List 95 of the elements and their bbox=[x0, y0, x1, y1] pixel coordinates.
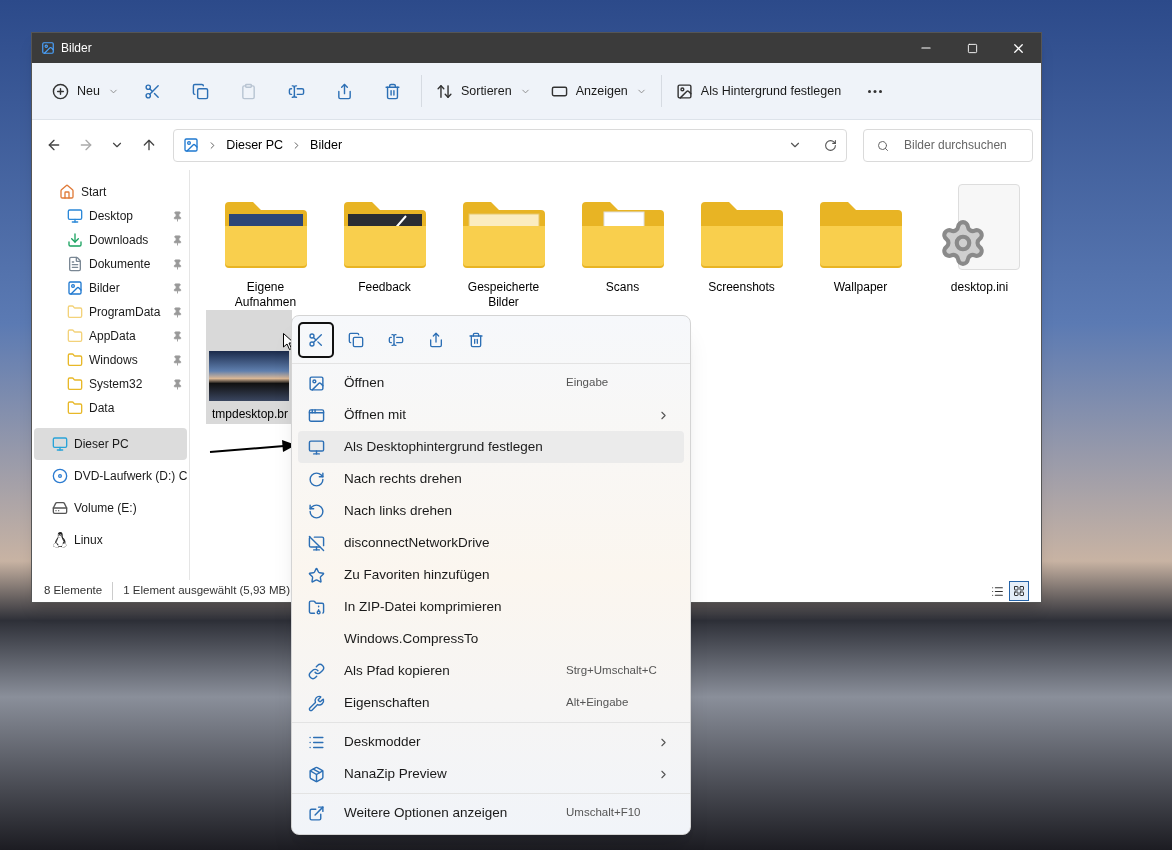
menu-item[interactable]: Als Desktophintergrund festlegen bbox=[298, 431, 684, 463]
menu-item[interactable]: disconnectNetworkDrive bbox=[298, 527, 684, 559]
breadcrumb[interactable]: Bilder bbox=[310, 135, 343, 155]
grid-icon bbox=[1013, 585, 1025, 597]
package-icon bbox=[307, 765, 325, 783]
sidebar-item[interactable]: Start bbox=[34, 180, 187, 204]
sidebar-item[interactable]: Downloads bbox=[34, 228, 187, 252]
more-options-icon bbox=[307, 804, 325, 822]
home-icon bbox=[59, 184, 75, 200]
set-background-button[interactable]: Als Hintergrund festlegen bbox=[667, 75, 850, 107]
folder-icon bbox=[817, 200, 904, 270]
maximize-icon bbox=[966, 42, 978, 54]
apps-icon bbox=[307, 406, 325, 424]
file-item[interactable]: tmpdesktop.br bbox=[206, 310, 292, 424]
menu-item[interactable]: Deskmodder bbox=[298, 726, 684, 758]
menu-item[interactable]: Öffnen Eingabe bbox=[298, 367, 684, 399]
folder-item[interactable]: desktop.ini bbox=[920, 182, 1039, 310]
delete-icon bbox=[468, 331, 484, 348]
document-icon bbox=[67, 256, 83, 272]
menu-item[interactable]: Windows.CompressTo bbox=[298, 623, 684, 655]
picture-icon bbox=[183, 137, 200, 153]
menu-item[interactable]: Zu Favoriten hinzufügen bbox=[298, 559, 684, 591]
folder-icon bbox=[67, 304, 83, 320]
address-bar[interactable]: Dieser PC Bilder bbox=[173, 128, 847, 162]
zip-folder-icon bbox=[307, 598, 325, 616]
sidebar-item[interactable]: Linux bbox=[34, 524, 187, 556]
menu-item[interactable]: Weitere Optionen anzeigen Umschalt+F10 bbox=[298, 797, 684, 829]
sort-button[interactable]: Sortieren bbox=[427, 75, 539, 107]
wrench-icon bbox=[307, 694, 325, 712]
sidebar-item[interactable]: Bilder bbox=[34, 276, 187, 300]
search-icon bbox=[877, 139, 889, 152]
sidebar-item[interactable]: Dieser PC bbox=[34, 428, 187, 460]
sidebar-item[interactable]: DVD-Laufwerk (D:) C bbox=[34, 460, 187, 492]
rename-icon bbox=[388, 331, 404, 348]
refresh-icon bbox=[824, 138, 837, 152]
picture-icon bbox=[67, 280, 83, 296]
computer-icon bbox=[52, 436, 68, 452]
folder-icon bbox=[67, 328, 83, 344]
share-icon bbox=[428, 331, 444, 348]
desktop-icon bbox=[67, 208, 83, 224]
sidebar-item[interactable]: Windows bbox=[34, 348, 187, 372]
disconnect-icon bbox=[307, 534, 325, 552]
folder-item[interactable]: Wallpaper bbox=[801, 182, 920, 310]
monitor-icon bbox=[307, 438, 325, 456]
new-button[interactable]: Neu bbox=[44, 75, 127, 107]
rotate-right-icon bbox=[307, 470, 325, 488]
folder-item[interactable]: Screenshots bbox=[682, 182, 801, 310]
folder-item[interactable]: Feedback bbox=[325, 182, 444, 310]
menu-item[interactable]: NanaZip Preview bbox=[298, 758, 684, 790]
tiles-view-button[interactable] bbox=[1009, 581, 1029, 601]
menu-item[interactable]: In ZIP-Datei komprimieren bbox=[298, 591, 684, 623]
app-icon bbox=[41, 41, 55, 55]
shortcut-text: Eingabe bbox=[566, 375, 610, 391]
sidebar-item[interactable]: ProgramData bbox=[34, 300, 187, 324]
sidebar-item[interactable]: System32 bbox=[34, 372, 187, 396]
rotate-left-icon bbox=[307, 502, 325, 520]
folder-item[interactable]: Scans bbox=[563, 182, 682, 310]
sidebar-item[interactable]: Desktop bbox=[34, 204, 187, 228]
window-title: Bilder bbox=[61, 40, 92, 57]
folder-icon bbox=[698, 200, 785, 270]
menu-item[interactable]: Nach rechts drehen bbox=[298, 463, 684, 495]
folder-item[interactable]: Gespeicherte Bilder bbox=[444, 182, 563, 310]
folder-item[interactable]: Eigene Aufnahmen bbox=[206, 182, 325, 310]
image-icon bbox=[307, 374, 325, 392]
list-icon bbox=[990, 584, 1004, 598]
shortcut-text: Strg+Umschalt+C bbox=[566, 663, 658, 679]
cut-button[interactable] bbox=[298, 321, 334, 358]
folder-icon bbox=[67, 352, 83, 368]
folder-icon bbox=[579, 200, 666, 270]
menu-item[interactable]: Öffnen mit bbox=[298, 399, 684, 431]
folder-icon bbox=[222, 200, 309, 270]
folder-icon bbox=[341, 200, 428, 270]
disc-drive-icon bbox=[52, 468, 68, 484]
star-icon bbox=[307, 566, 325, 584]
shortcut-text: Umschalt+F10 bbox=[566, 805, 642, 821]
folder-icon bbox=[460, 200, 547, 270]
menu-item[interactable]: Als Pfad kopieren Strg+Umschalt+C bbox=[298, 655, 684, 687]
sidebar-item[interactable]: Data bbox=[34, 396, 187, 420]
folder-icon bbox=[67, 400, 83, 416]
copy-icon bbox=[348, 331, 364, 348]
menu-item[interactable]: Eigenschaften Alt+Eingabe bbox=[298, 687, 684, 719]
drive-icon bbox=[52, 500, 68, 516]
cut-icon bbox=[308, 331, 324, 348]
breadcrumb[interactable]: Dieser PC bbox=[226, 135, 284, 155]
download-icon bbox=[67, 232, 83, 248]
sidebar-item[interactable]: Dokumente bbox=[34, 252, 187, 276]
shortcut-text: Alt+Eingabe bbox=[566, 695, 630, 711]
folder-icon bbox=[67, 376, 83, 392]
menu-item[interactable]: Nach links drehen bbox=[298, 495, 684, 527]
penguin-icon bbox=[52, 532, 68, 548]
view-button[interactable]: Anzeigen bbox=[542, 75, 655, 107]
path-icon bbox=[307, 662, 325, 680]
search-field[interactable]: Bilder durchsuchen bbox=[863, 128, 1033, 162]
sidebar-item[interactable]: Volume (E:) bbox=[34, 492, 187, 524]
sidebar-item[interactable]: AppData bbox=[34, 324, 187, 348]
